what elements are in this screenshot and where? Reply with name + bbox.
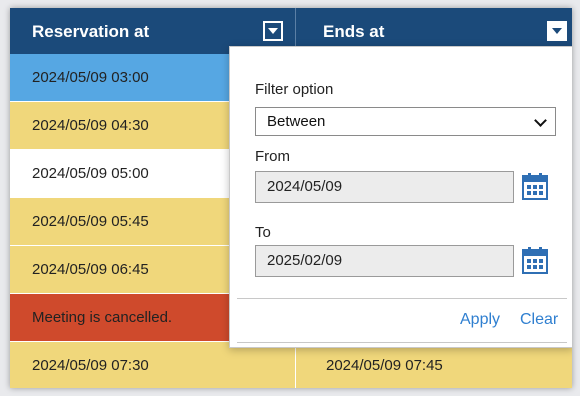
from-label: From [255,148,290,165]
filter-option-label: Filter option [255,81,334,98]
ends-filter-button[interactable] [547,21,567,41]
filter-popup: Filter option Between From 2024/05/09 To… [229,46,572,348]
apply-button[interactable]: Apply [460,311,500,329]
filter-option-select[interactable]: Between [255,107,556,136]
reservation-cell[interactable]: 2024/05/09 07:30 [10,342,296,388]
column-header-reservation-label: Reservation at [32,22,150,41]
filter-dropdown-icon [268,28,278,34]
to-date-input[interactable]: 2025/02/09 [255,245,514,277]
reservation-grid: Reservation at Ends at 2024/05/09 03:00 … [10,8,572,388]
table-row[interactable]: 2024/05/09 07:30 2024/05/09 07:45 [10,342,572,388]
column-header-ends-label: Ends at [323,22,385,41]
filter-option-value: Between [267,113,326,130]
from-calendar-icon[interactable] [520,171,550,201]
chevron-down-icon [534,114,547,127]
to-calendar-icon[interactable] [520,245,550,275]
filter-divider [237,298,567,299]
from-date-input[interactable]: 2024/05/09 [255,171,514,203]
ends-cell[interactable]: 2024/05/09 07:45 [296,342,572,388]
filter-footer-divider [237,342,567,343]
reservation-filter-button[interactable] [263,21,283,41]
to-label: To [255,224,271,241]
clear-button[interactable]: Clear [520,311,558,329]
filter-dropdown-icon [552,28,562,34]
